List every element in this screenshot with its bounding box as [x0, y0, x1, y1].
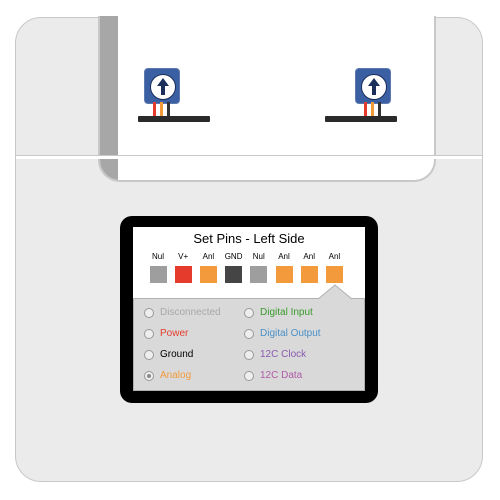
pin-header: [325, 116, 397, 122]
option-ground[interactable]: Ground: [144, 349, 193, 360]
radio-button[interactable]: [244, 370, 254, 381]
pin-7[interactable]: Anl: [299, 251, 319, 283]
pin-color-box: [250, 266, 268, 283]
radio-button[interactable]: [144, 370, 154, 381]
pin-label: V+: [178, 252, 189, 261]
radio-button[interactable]: [144, 349, 154, 360]
pin-label: GND: [224, 252, 243, 261]
pin-1[interactable]: Nul: [148, 251, 168, 283]
pin-color-box: [199, 266, 217, 283]
option-label: 12C Data: [260, 370, 303, 381]
option-power[interactable]: Power: [144, 328, 188, 339]
radio-button[interactable]: [244, 307, 254, 318]
pin-label: Anl: [303, 252, 315, 261]
pin-label: Anl: [202, 252, 215, 261]
option-disconnected[interactable]: Disconnected: [144, 307, 221, 318]
option-label: Ground: [160, 349, 194, 360]
pin-5[interactable]: Nul: [249, 251, 269, 283]
pin-color-box: [275, 266, 293, 283]
radio-button[interactable]: [244, 328, 254, 339]
option-digital-output[interactable]: Digital Output: [244, 328, 321, 339]
pin-3[interactable]: Anl: [198, 251, 218, 283]
radio-button[interactable]: [144, 328, 154, 339]
option-label: 12C Clock: [260, 349, 307, 360]
option-label: Disconnected: [160, 307, 221, 318]
divider-line: [16, 155, 482, 156]
pin-color-box: [325, 266, 343, 283]
pin-color-box: [149, 266, 167, 283]
pin-label: Anl: [328, 252, 341, 261]
radio-button[interactable]: [244, 349, 254, 360]
potentiometer-icon: [144, 68, 180, 104]
pin-mode-menu: Disconnected Power Ground Analog Digital Inp…: [133, 298, 365, 391]
card-title: Set Pins - Left Side: [193, 231, 305, 246]
pin-label: Anl: [278, 252, 290, 261]
option-label: Power: [160, 328, 189, 339]
pin-color-box: [174, 266, 192, 283]
option-12c-clock[interactable]: 12C Clock: [244, 349, 306, 360]
pin-8[interactable]: Anl: [324, 251, 344, 283]
potentiometer-icon: [355, 68, 391, 104]
option-label: Digital Output: [260, 328, 321, 339]
radio-button[interactable]: [144, 307, 154, 318]
option-label: Analog: [160, 370, 192, 381]
option-label: Digital Input: [260, 307, 313, 318]
pin-color-box: [225, 266, 243, 283]
menu-notch: [318, 284, 352, 300]
option-12c-data[interactable]: 12C Data: [244, 370, 302, 381]
pin-4[interactable]: GND: [224, 251, 244, 283]
pin-label: Nul: [252, 252, 265, 261]
pin-2[interactable]: V+: [173, 251, 193, 283]
option-digital-input[interactable]: Digital Input: [244, 307, 313, 318]
option-analog[interactable]: Analog: [144, 370, 191, 381]
pin-label: Nul: [151, 252, 164, 261]
set-pins-card: Set Pins - Left Side Nul V+ Anl GND Nul Anl An…: [120, 216, 378, 403]
pin-6[interactable]: Anl: [274, 251, 294, 283]
pin-color-box: [300, 266, 318, 283]
pin-header: [138, 116, 210, 122]
